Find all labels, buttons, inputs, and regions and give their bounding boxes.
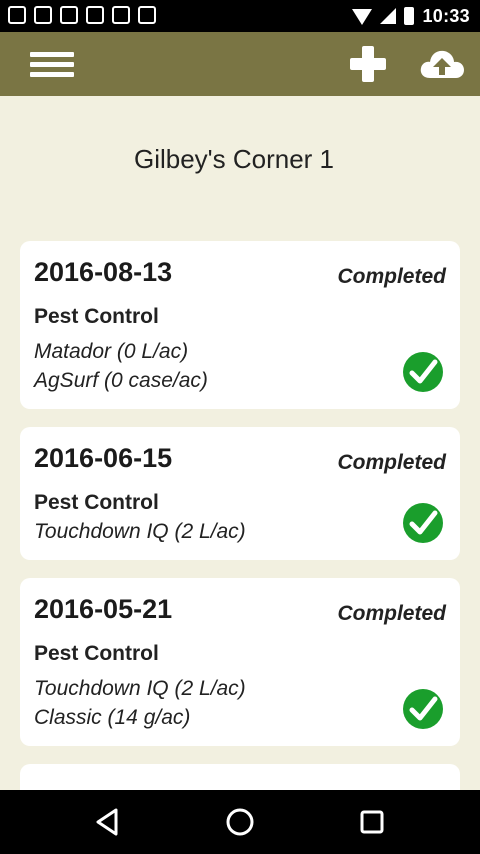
record-card[interactable]: 2016-05-21 Completed Pest Control Touchd…	[20, 578, 460, 746]
record-card[interactable]: 2016-08-13 Completed Pest Control Matado…	[20, 241, 460, 409]
record-card[interactable]: 2016-06-15 Completed Pest Control Touchd…	[20, 427, 460, 560]
status-right: 10:33	[352, 0, 470, 32]
signal-icon	[380, 8, 397, 24]
clock: 10:33	[422, 5, 470, 26]
record-status: Completed	[337, 451, 446, 474]
gallery-icon	[8, 6, 26, 24]
record-products: Touchdown IQ (2 L/ac)	[34, 517, 246, 546]
record-products: Matador (0 L/ac) AgSurf (0 case/ac)	[34, 337, 208, 395]
cloud-upload-icon[interactable]	[418, 42, 466, 86]
record-status: Completed	[337, 602, 446, 625]
battery-icon	[404, 7, 415, 25]
record-status: Completed	[337, 265, 446, 288]
record-products: Touchdown IQ (2 L/ac) Classic (14 g/ac)	[34, 674, 246, 732]
menu-icon[interactable]	[28, 46, 76, 82]
upload-notification-icon	[60, 6, 78, 24]
gmail-icon	[34, 6, 52, 24]
back-icon[interactable]	[90, 804, 126, 840]
record-type: Pest Control	[34, 305, 159, 328]
recents-icon[interactable]	[354, 804, 390, 840]
record-date: 2016-08-13	[34, 257, 173, 287]
product-line: Matador (0 L/ac)	[34, 340, 189, 363]
field-title: Gilbey's Corner 1	[133, 144, 335, 174]
check-icon	[402, 502, 444, 544]
system-nav-bar	[0, 790, 480, 854]
product-line: Touchdown IQ (2 L/ac)	[34, 520, 246, 543]
product-line: Classic (14 g/ac)	[34, 706, 191, 729]
record-type: Pest Control	[34, 491, 159, 514]
record-date: 2016-05-21	[34, 594, 173, 624]
app-bar	[0, 32, 480, 96]
product-line: Touchdown IQ (2 L/ac)	[34, 677, 246, 700]
notification-icons	[8, 6, 156, 24]
record-date: 2016-06-15	[34, 443, 173, 473]
product-line: AgSurf (0 case/ac)	[34, 369, 208, 392]
add-icon[interactable]	[348, 44, 388, 84]
sync-icon	[86, 6, 104, 24]
check-icon	[402, 351, 444, 393]
content-area[interactable]: Gilbey's Corner 1 2016-08-13 Completed P…	[0, 96, 480, 790]
home-icon[interactable]	[222, 804, 258, 840]
status-bar: 10:33	[0, 0, 480, 32]
download-icon	[112, 6, 130, 24]
record-card-partial[interactable]	[20, 764, 460, 790]
wifi-icon	[352, 9, 373, 25]
check-icon	[402, 688, 444, 730]
android-icon	[138, 6, 156, 24]
record-type: Pest Control	[34, 642, 159, 665]
